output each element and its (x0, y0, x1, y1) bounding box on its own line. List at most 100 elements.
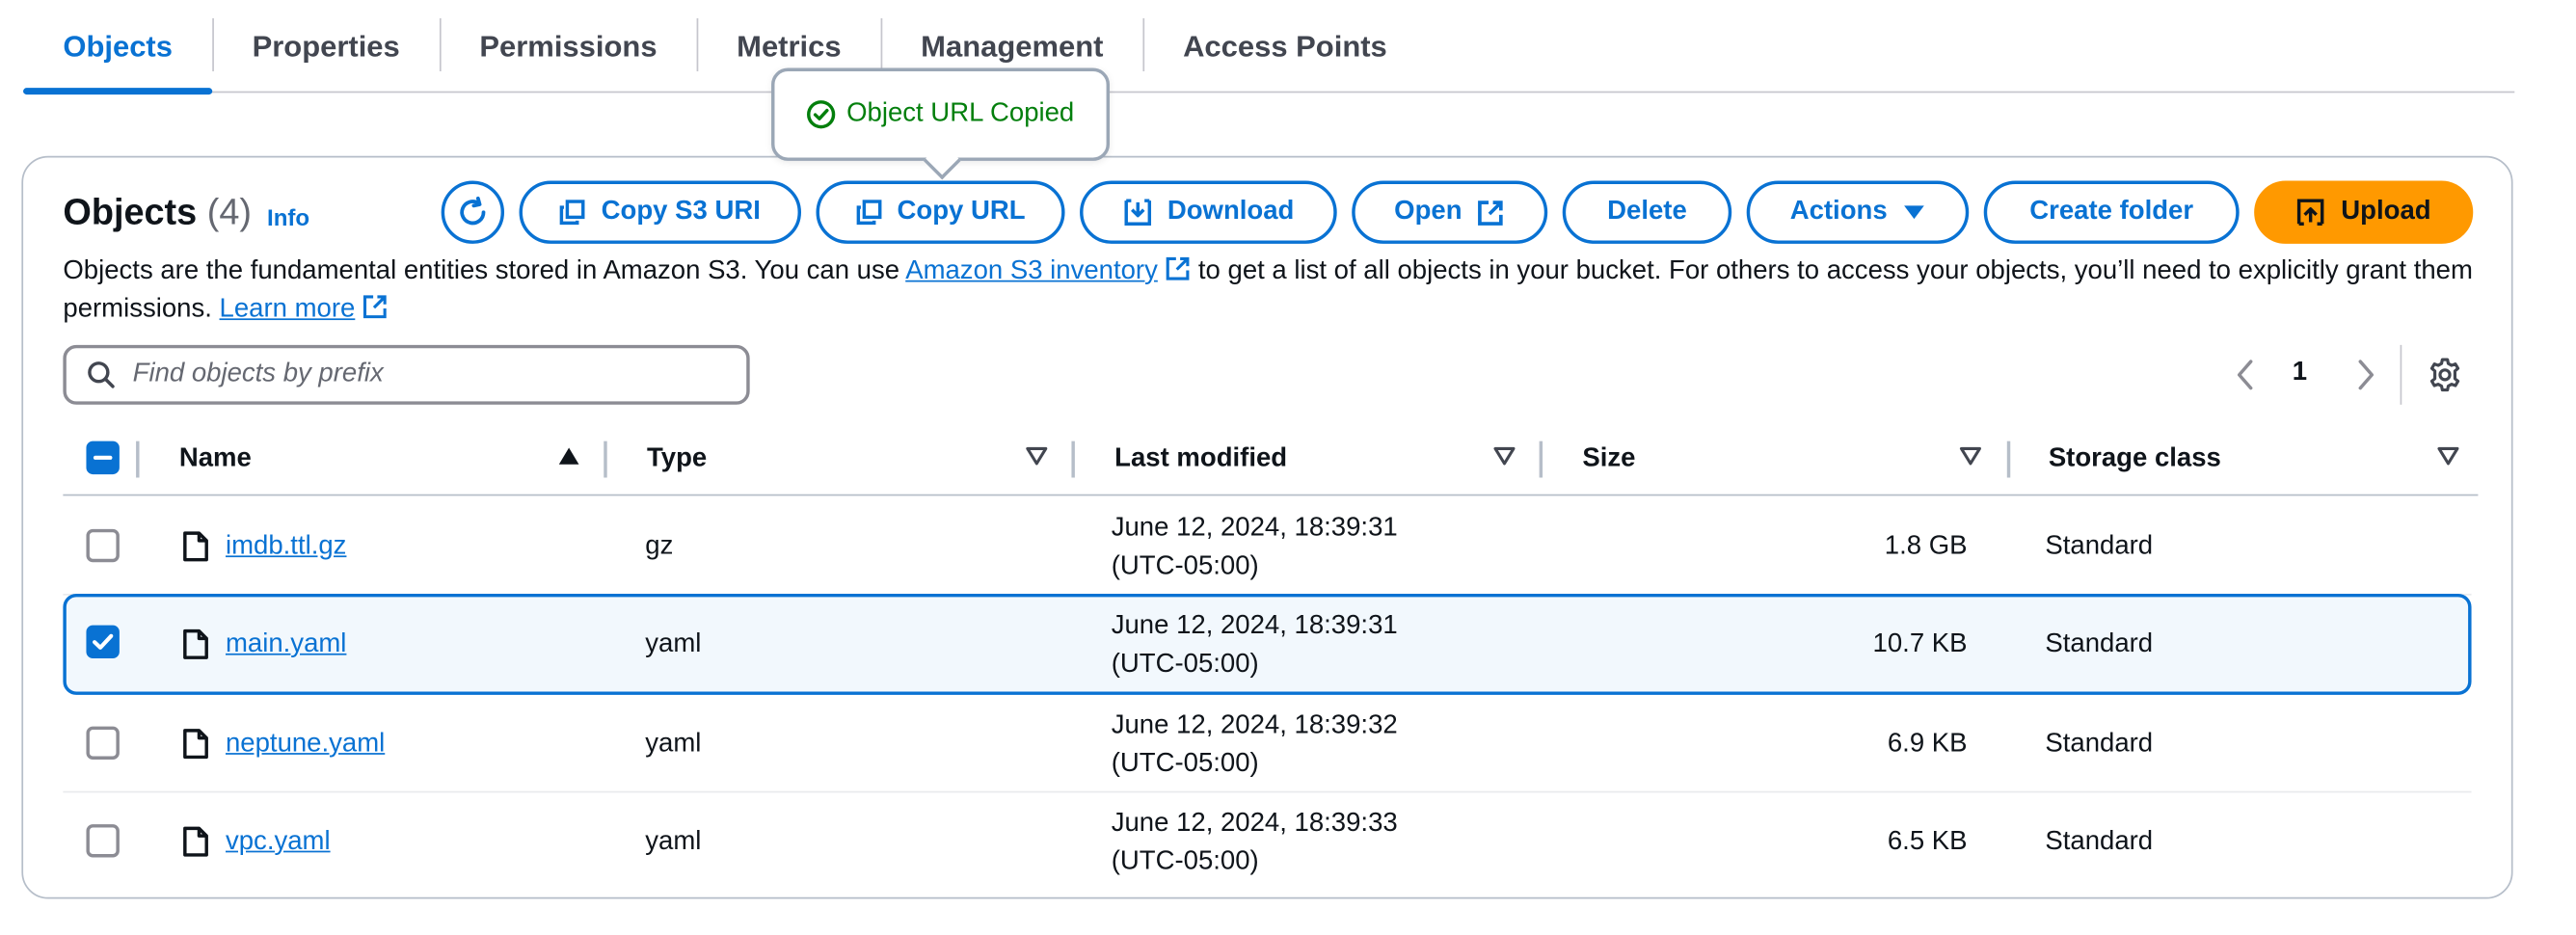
table-row-selected[interactable]: main.yaml yaml June 12, 2024, 18:39:31 (… (63, 593, 2472, 695)
table-row[interactable]: imdb.ttl.gz gz June 12, 2024, 18:39:31 (… (63, 497, 2472, 596)
select-all-checkbox[interactable] (86, 441, 120, 475)
sort-icon[interactable] (1492, 446, 1516, 467)
learn-more-link[interactable]: Learn more (220, 295, 356, 323)
tab-access-points[interactable]: Access Points (1142, 0, 1427, 93)
file-icon (183, 826, 208, 857)
table-header: Name Type Last modified Size Storage cla… (63, 431, 2479, 496)
minus-icon (93, 455, 113, 460)
object-size: 6.9 KB (1887, 730, 1968, 759)
object-name-link[interactable]: vpc.yaml (226, 828, 331, 858)
file-icon (183, 531, 208, 562)
open-label: Open (1394, 197, 1462, 226)
object-type: yaml (645, 827, 702, 856)
download-icon (1124, 199, 1151, 226)
external-link-icon (1478, 200, 1504, 226)
current-page-number[interactable]: 1 (2293, 359, 2307, 388)
search-box (63, 344, 750, 405)
search-icon (88, 361, 115, 388)
column-divider (1071, 441, 1075, 478)
panel-title: Objects (4) (63, 191, 252, 234)
panel-description: Objects are the fundamental entities sto… (63, 253, 2484, 329)
actions-label: Actions (1789, 197, 1888, 226)
tab-objects[interactable]: Objects (23, 0, 213, 95)
copy-url-label: Copy URL (897, 197, 1026, 226)
sort-ascending-icon[interactable] (557, 446, 580, 467)
copy-s3-uri-button[interactable]: Copy S3 URI (519, 180, 802, 244)
row-checkbox-checked[interactable] (86, 625, 120, 659)
table-row[interactable]: neptune.yaml yaml June 12, 2024, 18:39:3… (63, 695, 2472, 793)
modified-date: June 12, 2024, 18:39:31 (1111, 514, 1398, 543)
object-storage-class: Standard (2045, 730, 2154, 759)
modified-timezone: (UTC-05:00) (1111, 749, 1259, 778)
sort-icon[interactable] (1025, 446, 1048, 467)
object-size: 1.8 GB (1884, 532, 1968, 561)
open-button[interactable]: Open (1352, 180, 1548, 244)
copy-icon (560, 200, 586, 226)
object-last-modified: June 12, 2024, 18:39:33 (UTC-05:00) (1112, 804, 1398, 880)
modified-date: June 12, 2024, 18:39:31 (1111, 611, 1398, 641)
row-checkbox[interactable] (86, 726, 120, 760)
refresh-button[interactable] (441, 180, 505, 244)
tab-properties[interactable]: Properties (212, 0, 440, 93)
info-link[interactable]: Info (267, 204, 309, 231)
object-last-modified: June 12, 2024, 18:39:31 (UTC-05:00) (1112, 607, 1398, 683)
download-label: Download (1167, 197, 1295, 226)
previous-page-icon[interactable] (2229, 355, 2262, 394)
object-last-modified: June 12, 2024, 18:39:32 (UTC-05:00) (1112, 707, 1398, 783)
object-size: 6.5 KB (1887, 827, 1968, 856)
row-checkbox[interactable] (86, 824, 120, 858)
copy-url-button[interactable]: Copy URL (816, 180, 1065, 244)
sort-icon[interactable] (1959, 446, 1982, 467)
caret-down-icon (1903, 205, 1924, 220)
object-storage-class: Standard (2045, 629, 2154, 659)
object-storage-class: Standard (2045, 827, 2154, 856)
object-name-link[interactable]: main.yaml (226, 630, 346, 660)
refresh-icon (460, 196, 486, 226)
upload-label: Upload (2341, 197, 2431, 226)
delete-label: Delete (1607, 197, 1687, 226)
create-folder-button[interactable]: Create folder (1983, 180, 2240, 244)
url-copied-popover: Object URL Copied (771, 67, 1111, 180)
column-header-size[interactable]: Size (1582, 444, 1635, 474)
pager-divider (2400, 344, 2402, 405)
table-row[interactable]: vpc.yaml yaml June 12, 2024, 18:39:33 (U… (63, 792, 2471, 891)
file-icon (183, 729, 208, 760)
search-input[interactable] (132, 360, 697, 390)
row-checkbox[interactable] (86, 528, 120, 563)
delete-button[interactable]: Delete (1562, 180, 1732, 244)
create-folder-label: Create folder (2029, 197, 2194, 226)
tab-permissions[interactable]: Permissions (440, 0, 697, 93)
amazon-s3-inventory-link[interactable]: Amazon S3 inventory (905, 257, 1158, 285)
column-header-storage-class[interactable]: Storage class (2049, 444, 2221, 474)
column-divider (1539, 441, 1543, 478)
object-name-link[interactable]: neptune.yaml (226, 730, 385, 760)
column-header-type[interactable]: Type (647, 444, 707, 474)
column-header-last-modified[interactable]: Last modified (1114, 444, 1287, 474)
modified-date: June 12, 2024, 18:39:33 (1111, 809, 1398, 838)
upload-button[interactable]: Upload (2254, 180, 2474, 244)
object-last-modified: June 12, 2024, 18:39:31 (UTC-05:00) (1112, 509, 1398, 585)
modified-timezone: (UTC-05:00) (1111, 551, 1259, 581)
column-header-name[interactable]: Name (179, 444, 252, 474)
column-divider (136, 441, 140, 478)
object-storage-class: Standard (2045, 532, 2154, 561)
object-type: yaml (645, 629, 702, 659)
popover-message: Object URL Copied (846, 99, 1075, 128)
external-link-icon (1166, 256, 1190, 280)
object-name-link[interactable]: imdb.ttl.gz (226, 532, 346, 562)
external-link-icon (363, 295, 387, 319)
sort-icon[interactable] (2436, 446, 2459, 467)
object-type: yaml (645, 730, 702, 759)
download-button[interactable]: Download (1080, 180, 1337, 244)
next-page-icon[interactable] (2348, 355, 2381, 394)
tab-bar: Objects Properties Permissions Metrics M… (23, 0, 2515, 95)
objects-panel: Objects (4) Info Copy S3 URI Copy URL Do… (21, 155, 2513, 899)
copy-icon (856, 200, 882, 226)
modified-timezone: (UTC-05:00) (1111, 650, 1259, 679)
gear-icon[interactable] (2427, 357, 2463, 393)
success-check-icon (807, 100, 836, 129)
description-text-1: Objects are the fundamental entities sto… (63, 256, 906, 285)
actions-dropdown-button[interactable]: Actions (1746, 180, 1970, 244)
upload-icon (2297, 199, 2325, 226)
checkmark-icon (93, 633, 114, 650)
